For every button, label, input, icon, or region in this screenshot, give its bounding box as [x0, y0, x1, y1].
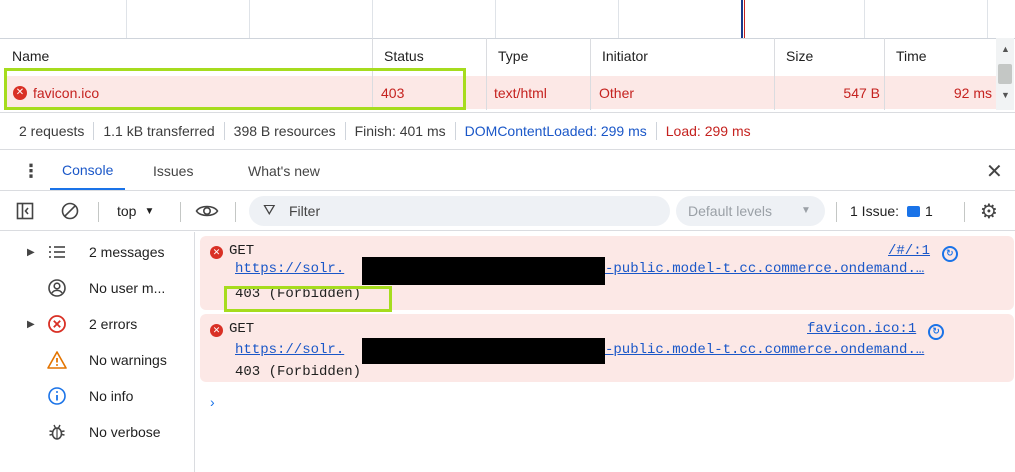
- issues-counter[interactable]: 1 Issue: 1: [850, 192, 933, 230]
- redacted-block: [362, 257, 605, 285]
- request-url-link-tail[interactable]: -public.model-t.cc.commerce.ondemand.…: [605, 342, 924, 358]
- summary-load: Load: 299 ms: [665, 123, 751, 139]
- chevron-down-icon: ▼: [801, 205, 811, 216]
- context-selector[interactable]: top ▼: [117, 192, 154, 230]
- sidebar-item-info[interactable]: No info: [0, 378, 194, 414]
- network-summary-bar: 2 requests 1.1 kB transferred 398 B reso…: [0, 112, 1015, 150]
- console-input[interactable]: [230, 388, 1010, 418]
- sidebar-item-verbose[interactable]: No verbose: [0, 414, 194, 450]
- issue-message-icon: [907, 205, 921, 217]
- error-icon: ✕: [210, 324, 223, 337]
- sidebar-item-user-messages[interactable]: No user m...: [0, 270, 194, 306]
- sidebar-item-errors[interactable]: ▶ 2 errors: [0, 306, 194, 342]
- redacted-block: [362, 338, 605, 364]
- warning-icon: [47, 350, 67, 370]
- status-text: 403 (Forbidden): [235, 364, 362, 380]
- filter-input[interactable]: ⛛ Filter: [249, 196, 670, 226]
- scroll-up-icon[interactable]: ▲: [1001, 44, 1010, 54]
- console-prompt-icon[interactable]: ›: [210, 394, 215, 410]
- network-timeline: [0, 0, 1015, 39]
- column-header-size[interactable]: Size: [774, 38, 884, 74]
- column-header-type[interactable]: Type: [486, 38, 590, 74]
- request-time-cell: 92 ms: [953, 84, 992, 101]
- column-header-time[interactable]: Time: [884, 38, 996, 74]
- expand-arrow-icon[interactable]: ▶: [27, 319, 35, 330]
- sidebar-item-messages[interactable]: ▶ 2 messages: [0, 234, 194, 270]
- tab-console[interactable]: Console: [50, 152, 126, 190]
- close-drawer-icon[interactable]: ✕: [986, 152, 1003, 190]
- settings-gear-icon[interactable]: ⚙: [980, 192, 998, 230]
- source-link[interactable]: /#/:1: [888, 243, 930, 259]
- network-scrollbar[interactable]: ▲ ▼: [996, 38, 1014, 110]
- console-sidebar: ▶ 2 messages No user m... ▶ 2 errors No …: [0, 232, 195, 472]
- request-url-link-tail[interactable]: -public.model-t.cc.commerce.ondemand.…: [605, 261, 924, 277]
- summary-domcontentloaded: DOMContentLoaded: 299 ms: [456, 122, 657, 140]
- clear-console-icon[interactable]: [60, 192, 80, 230]
- live-expression-eye-icon[interactable]: [195, 192, 219, 230]
- request-url-link[interactable]: https://solr.: [235, 261, 344, 277]
- summary-finish: Finish: 401 ms: [346, 122, 456, 140]
- chevron-down-icon: ▼: [144, 205, 155, 217]
- tab-whats-new[interactable]: What's new: [248, 152, 320, 190]
- bug-icon: [47, 422, 67, 442]
- summary-requests: 2 requests: [0, 122, 95, 140]
- request-size-cell: 547 B: [843, 84, 880, 101]
- error-icon: [47, 314, 67, 334]
- filter-icon: ⛛: [263, 202, 276, 219]
- scroll-down-icon[interactable]: ▼: [1001, 90, 1010, 100]
- network-request-table: Name Status Type Initiator Size Time ✕ f…: [0, 38, 1015, 110]
- request-url-link[interactable]: https://solr.: [235, 342, 344, 358]
- network-request-icon[interactable]: ↻: [941, 245, 958, 262]
- error-icon: ✕: [210, 246, 223, 259]
- drawer-tab-bar: ⋮ Console Issues What's new ✕: [0, 152, 1015, 191]
- request-type-cell: text/html: [494, 84, 547, 101]
- list-icon: [47, 242, 67, 262]
- console-message-error: ✕ GET https://solr. -public.model-t.cc.co…: [200, 314, 1014, 382]
- log-levels-dropdown[interactable]: Default levels ▼: [676, 196, 825, 226]
- drawer-menu-icon[interactable]: ⋮: [22, 152, 40, 190]
- expand-arrow-icon[interactable]: ▶: [27, 247, 35, 258]
- summary-resources: 398 B resources: [225, 122, 346, 140]
- info-icon: [47, 386, 67, 406]
- sidebar-toggle-icon[interactable]: [16, 192, 34, 230]
- sidebar-item-warnings[interactable]: No warnings: [0, 342, 194, 378]
- highlight-box-request: [4, 68, 466, 110]
- column-header-initiator[interactable]: Initiator: [590, 38, 774, 74]
- request-initiator-cell: Other: [599, 84, 635, 101]
- highlight-box-forbidden: [224, 286, 392, 312]
- network-request-icon[interactable]: ↻: [928, 323, 945, 340]
- user-icon: [47, 278, 67, 298]
- scroll-thumb[interactable]: [998, 64, 1012, 84]
- summary-transferred: 1.1 kB transferred: [94, 122, 225, 140]
- source-link[interactable]: favicon.ico:1: [807, 321, 916, 337]
- tab-issues[interactable]: Issues: [153, 152, 193, 190]
- console-toolbar: top ▼ ⛛ Filter Default levels ▼ 1 Issue:…: [0, 192, 1015, 231]
